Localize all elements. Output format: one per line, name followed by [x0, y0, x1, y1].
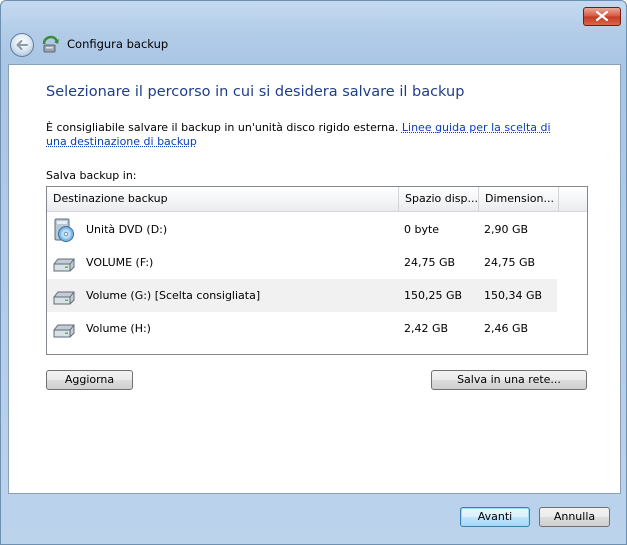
destination-name: VOLUME (F:): [86, 256, 154, 269]
title-bar: Configura backup: [1, 1, 626, 63]
free-space: 2,42 GB: [404, 322, 449, 335]
backup-app-icon: [42, 35, 59, 53]
destination-name: Volume (H:): [86, 322, 151, 335]
free-space: 0 byte: [404, 223, 440, 236]
save-to-network-button[interactable]: Salva in una rete...: [431, 370, 587, 390]
description: È consigliabile salvare il backup in un'…: [46, 121, 566, 149]
total-size: 2,90 GB: [484, 223, 529, 236]
list-item[interactable]: Unità DVD (D:) 0 byte 2,90 GB: [47, 213, 557, 246]
hard-drive-icon: [53, 324, 75, 338]
destination-list[interactable]: Destinazione backup Spazio disp... Dimen…: [46, 186, 588, 355]
free-space: 24,75 GB: [404, 256, 456, 269]
refresh-button[interactable]: Aggiorna: [46, 370, 133, 390]
list-header: Destinazione backup Spazio disp... Dimen…: [47, 187, 587, 212]
list-item[interactable]: Volume (H:) 2,42 GB 2,46 GB: [47, 312, 557, 345]
wizard-content: Selezionare il percorso in cui si deside…: [8, 64, 621, 494]
close-button[interactable]: [583, 7, 621, 26]
next-button[interactable]: Avanti: [460, 507, 530, 527]
column-header-destination[interactable]: Destinazione backup: [47, 187, 399, 211]
total-size: 24,75 GB: [484, 256, 536, 269]
column-header-size[interactable]: Dimension...: [479, 187, 559, 211]
page-heading: Selezionare il percorso in cui si deside…: [46, 84, 465, 100]
backup-wizard-window: Configura backup Selezionare il percorso…: [0, 0, 627, 545]
destination-name: Volume (G:) [Scelta consigliata]: [86, 289, 261, 302]
total-size: 2,46 GB: [484, 322, 529, 335]
dvd-drive-icon: [54, 218, 74, 242]
list-item-selected[interactable]: Volume (G:) [Scelta consigliata] 150,25 …: [47, 279, 557, 312]
cancel-button[interactable]: Annulla: [539, 507, 610, 527]
hard-drive-icon: [53, 258, 75, 272]
hard-drive-icon: [53, 291, 75, 305]
close-icon: [596, 11, 608, 21]
description-text: È consigliabile salvare il backup in un'…: [46, 121, 402, 134]
list-item[interactable]: VOLUME (F:) 24,75 GB 24,75 GB: [47, 246, 557, 279]
total-size: 150,34 GB: [484, 289, 543, 302]
back-arrow-icon: [16, 40, 28, 50]
window-title: Configura backup: [67, 37, 169, 51]
column-header-free-space[interactable]: Spazio disp...: [399, 187, 479, 211]
save-location-label: Salva backup in:: [46, 169, 137, 182]
destination-name: Unità DVD (D:): [86, 223, 168, 236]
free-space: 150,25 GB: [404, 289, 463, 302]
back-button[interactable]: [10, 33, 34, 57]
